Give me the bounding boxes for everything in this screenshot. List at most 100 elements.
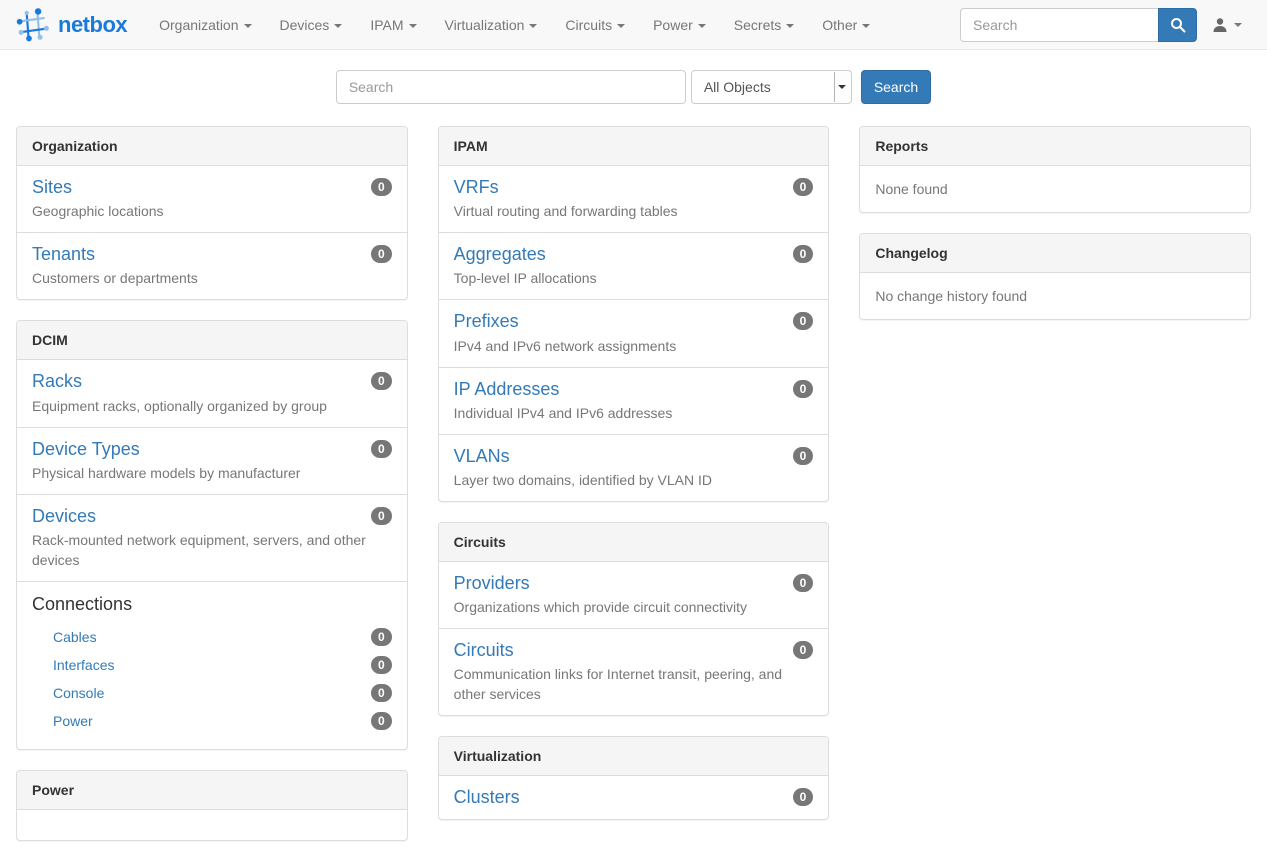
count-badge: 0 [793, 447, 814, 465]
count-badge: 0 [371, 245, 392, 263]
interfaces-link[interactable]: Interfaces [53, 657, 114, 673]
panel-organization: Organization Sites 0 Geographic location… [16, 126, 408, 300]
cables-link[interactable]: Cables [53, 629, 97, 645]
list-item-prefixes: Prefixes 0 IPv4 and IPv6 network assignm… [439, 300, 829, 367]
panel-heading-virtualization: Virtualization [439, 737, 829, 776]
count-badge: 0 [793, 641, 814, 659]
panel-heading-dcim: DCIM [17, 321, 407, 360]
select-arrow [834, 72, 850, 102]
connection-row-cables: Cables 0 [32, 623, 392, 651]
list-item-vrfs: VRFs 0 Virtual routing and forwarding ta… [439, 166, 829, 233]
item-description: Top-level IP allocations [454, 269, 814, 289]
item-description: Individual IPv4 and IPv6 addresses [454, 404, 814, 424]
panel-heading-organization: Organization [17, 127, 407, 166]
panel-dcim: DCIM Racks 0 Equipment racks, optionally… [16, 320, 408, 749]
panel-heading-changelog: Changelog [860, 234, 1250, 273]
main-menu: Organization Devices IPAM Virtualization… [145, 2, 884, 48]
navbar-search-button[interactable] [1158, 8, 1197, 42]
chevron-down-icon [617, 24, 625, 28]
nav-menu-virtualization[interactable]: Virtualization [431, 2, 552, 48]
item-description: Equipment racks, optionally organized by… [32, 397, 392, 417]
panel-heading-ipam: IPAM [439, 127, 829, 166]
panel-circuits: Circuits Providers 0 Organizations which… [438, 522, 830, 716]
count-badge: 0 [371, 628, 392, 646]
count-badge: 0 [371, 712, 392, 730]
quick-search-button[interactable]: Search [861, 70, 931, 104]
count-badge: 0 [793, 245, 814, 263]
vlans-link[interactable]: VLANs [454, 444, 510, 468]
clusters-link[interactable]: Clusters [454, 785, 520, 809]
panel-changelog: Changelog No change history found [859, 233, 1251, 320]
list-item-clusters: Clusters 0 [439, 776, 829, 819]
nav-menu-power[interactable]: Power [639, 2, 720, 48]
column-left: Organization Sites 0 Geographic location… [16, 126, 408, 861]
search-icon [1170, 17, 1186, 33]
quick-search-bar: All Objects Search [0, 50, 1267, 124]
reports-empty-text: None found [860, 166, 1250, 212]
column-right: Reports None found Changelog No change h… [859, 126, 1251, 340]
nav-menu-ipam[interactable]: IPAM [356, 2, 430, 48]
nav-menu-organization[interactable]: Organization [145, 2, 265, 48]
list-item-sites: Sites 0 Geographic locations [17, 166, 407, 233]
panel-power-body [17, 810, 407, 840]
racks-link[interactable]: Racks [32, 369, 82, 393]
item-description: Geographic locations [32, 202, 392, 222]
item-description: Layer two domains, identified by VLAN ID [454, 471, 814, 491]
console-link[interactable]: Console [53, 685, 104, 701]
power-connections-link[interactable]: Power [53, 713, 93, 729]
chevron-down-icon [698, 24, 706, 28]
nav-menu-other[interactable]: Other [808, 2, 884, 48]
chevron-down-icon [1234, 23, 1242, 27]
connection-row-console: Console 0 [32, 679, 392, 707]
prefixes-link[interactable]: Prefixes [454, 309, 519, 333]
quick-search-input[interactable] [336, 70, 686, 104]
sites-link[interactable]: Sites [32, 175, 72, 199]
object-type-select[interactable]: All Objects [691, 70, 852, 104]
list-item-circuits: Circuits 0 Communication links for Inter… [439, 629, 829, 715]
count-badge: 0 [371, 178, 392, 196]
count-badge: 0 [371, 440, 392, 458]
chevron-down-icon [334, 24, 342, 28]
nav-menu-secrets[interactable]: Secrets [720, 2, 808, 48]
list-item-providers: Providers 0 Organizations which provide … [439, 562, 829, 629]
count-badge: 0 [371, 684, 392, 702]
object-type-value: All Objects [704, 79, 771, 95]
item-description: Virtual routing and forwarding tables [454, 202, 814, 222]
list-item-devices: Devices 0 Rack-mounted network equipment… [17, 495, 407, 582]
providers-link[interactable]: Providers [454, 571, 530, 595]
panel-power: Power [16, 770, 408, 841]
navbar-search-input[interactable] [960, 8, 1158, 42]
panel-heading-reports: Reports [860, 127, 1250, 166]
devices-link[interactable]: Devices [32, 504, 96, 528]
user-menu[interactable] [1197, 9, 1257, 41]
aggregates-link[interactable]: Aggregates [454, 242, 546, 266]
column-middle: IPAM VRFs 0 Virtual routing and forwardi… [438, 126, 830, 840]
count-badge: 0 [793, 788, 814, 806]
vrfs-link[interactable]: VRFs [454, 175, 499, 199]
ip-addresses-link[interactable]: IP Addresses [454, 377, 560, 401]
count-badge: 0 [793, 312, 814, 330]
netbox-brand[interactable]: netbox [15, 7, 145, 43]
connections-section: Connections Cables 0 Interfaces 0 Consol… [17, 582, 407, 749]
count-badge: 0 [371, 656, 392, 674]
chevron-down-icon [244, 24, 252, 28]
item-description: Customers or departments [32, 269, 392, 289]
item-description: IPv4 and IPv6 network assignments [454, 337, 814, 357]
chevron-down-icon [786, 24, 794, 28]
circuits-link[interactable]: Circuits [454, 638, 514, 662]
tenants-link[interactable]: Tenants [32, 242, 95, 266]
list-item-tenants: Tenants 0 Customers or departments [17, 233, 407, 299]
device-types-link[interactable]: Device Types [32, 437, 140, 461]
list-item-aggregates: Aggregates 0 Top-level IP allocations [439, 233, 829, 300]
nav-menu-devices[interactable]: Devices [266, 2, 357, 48]
item-description: Communication links for Internet transit… [454, 665, 814, 705]
connection-row-interfaces: Interfaces 0 [32, 651, 392, 679]
count-badge: 0 [793, 178, 814, 196]
panel-ipam: IPAM VRFs 0 Virtual routing and forwardi… [438, 126, 830, 502]
item-description: Rack-mounted network equipment, servers,… [32, 531, 392, 571]
nav-menu-circuits[interactable]: Circuits [551, 2, 639, 48]
connection-row-power: Power 0 [32, 707, 392, 735]
panel-heading-circuits: Circuits [439, 523, 829, 562]
brand-title: netbox [58, 12, 127, 38]
chevron-down-icon [529, 24, 537, 28]
